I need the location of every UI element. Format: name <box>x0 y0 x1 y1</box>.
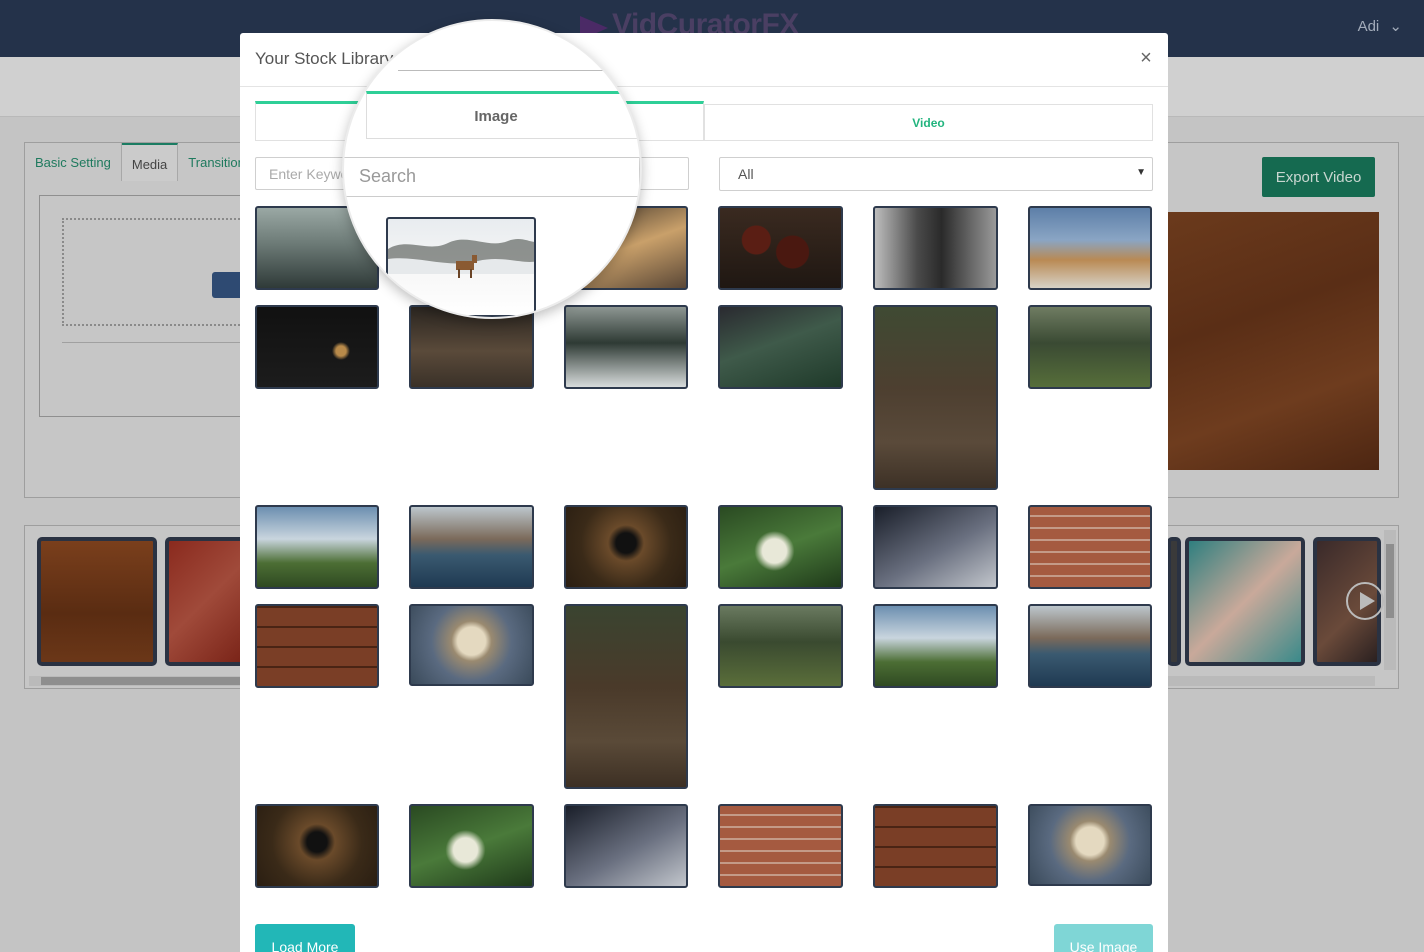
user-name: Adi <box>1357 18 1380 35</box>
stock-image-thumbnail[interactable] <box>873 804 998 888</box>
tab-video[interactable]: Video <box>704 104 1153 141</box>
stock-image-thumbnail[interactable] <box>1028 604 1152 688</box>
timeline-clip[interactable] <box>1185 537 1305 666</box>
chevron-down-icon: ▼ <box>1136 167 1146 178</box>
stock-image-thumbnail[interactable] <box>718 505 843 589</box>
stock-image-thumbnail[interactable] <box>255 305 379 389</box>
stock-image-thumbnail[interactable] <box>409 505 534 589</box>
media-upload-panel <box>39 195 252 417</box>
play-icon[interactable] <box>1345 581 1385 621</box>
stock-image-thumbnail[interactable] <box>564 305 688 389</box>
timeline-clip[interactable] <box>1313 537 1384 666</box>
divider <box>62 342 252 343</box>
timeline-clip[interactable] <box>37 537 157 666</box>
deer-in-snow-image <box>388 239 534 278</box>
timeline-clip[interactable] <box>165 537 245 666</box>
stock-image-thumbnail[interactable] <box>873 604 998 688</box>
stock-image-thumbnail[interactable] <box>873 206 998 290</box>
chevron-down-icon: ⌄ <box>1389 18 1402 35</box>
stock-image-thumbnail[interactable] <box>255 505 379 589</box>
use-image-button[interactable]: Use Image <box>1054 924 1153 952</box>
select-value: All <box>738 166 754 182</box>
zoom-magnifier-callout: Image Search <box>342 19 642 319</box>
stock-image-thumbnail[interactable] <box>564 604 688 789</box>
stock-image-thumbnail[interactable] <box>409 604 534 686</box>
user-menu[interactable]: Adi ⌄ <box>1358 17 1402 35</box>
editor-tabs: Basic Setting Media Transition <box>25 143 256 181</box>
scrollbar-thumb[interactable] <box>41 677 246 685</box>
export-video-button[interactable]: Export Video <box>1262 157 1375 197</box>
video-preview <box>1168 212 1379 470</box>
stock-image-thumbnail[interactable] <box>564 505 688 589</box>
magnified-search-input: Search <box>344 157 640 197</box>
stock-image-thumbnail[interactable] <box>718 305 843 389</box>
stock-image-thumbnail[interactable] <box>718 206 843 290</box>
tab-basic-setting[interactable]: Basic Setting <box>25 143 122 181</box>
stock-image-thumbnail[interactable] <box>1028 804 1152 886</box>
stock-image-thumbnail[interactable] <box>1028 206 1152 290</box>
stock-image-thumbnail[interactable] <box>564 804 688 888</box>
stock-image-thumbnail[interactable] <box>873 305 998 490</box>
vertical-scrollbar[interactable] <box>1384 530 1396 670</box>
category-select[interactable]: All ▼ <box>719 157 1153 191</box>
stock-image-thumbnail[interactable] <box>1028 305 1152 389</box>
modal-title: Your Stock Library <box>255 49 394 68</box>
stock-image-thumbnail[interactable] <box>255 804 379 888</box>
stock-image-thumbnail[interactable] <box>718 604 843 688</box>
stock-image-thumbnail[interactable] <box>255 604 379 688</box>
magnified-tab-image: Image <box>366 91 640 139</box>
header-divider <box>398 70 603 71</box>
scrollbar-thumb[interactable] <box>1386 544 1394 618</box>
stock-image-thumbnail[interactable] <box>1028 505 1152 589</box>
stock-image-thumbnail[interactable] <box>718 804 843 888</box>
close-icon[interactable]: × <box>1136 47 1156 69</box>
stock-image-thumbnail[interactable] <box>409 804 534 888</box>
tab-media[interactable]: Media <box>121 143 179 181</box>
stock-image-thumbnail[interactable] <box>873 505 998 589</box>
timeline-clip[interactable] <box>1167 537 1181 666</box>
magnified-stock-image <box>386 217 536 317</box>
load-more-button[interactable]: Load More <box>255 924 355 952</box>
